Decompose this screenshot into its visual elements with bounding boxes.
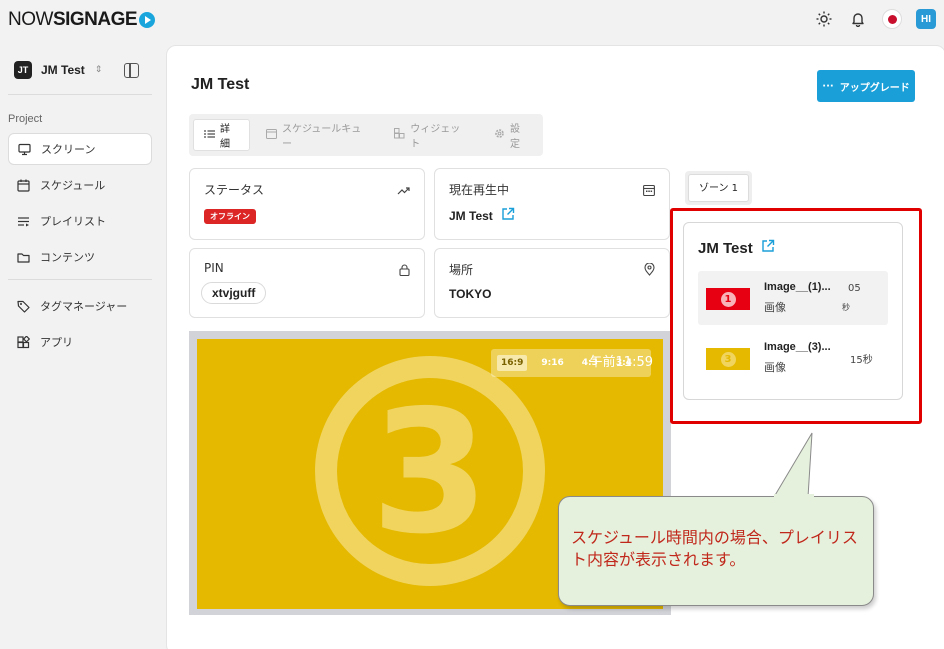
sidebar-item-label: タグマネージャー xyxy=(40,300,128,313)
gear-icon xyxy=(494,128,505,142)
now-playing-card: 現在再生中 JM Test xyxy=(434,168,670,240)
tab-widgets[interactable]: ウィジェット xyxy=(384,119,478,151)
tab-label: 設定 xyxy=(510,124,521,150)
callout-pointer-mask xyxy=(774,494,814,500)
sidebar-item-label: スケジュール xyxy=(40,179,106,192)
calendar-icon xyxy=(643,181,655,200)
upgrade-label: アップグレード xyxy=(839,82,910,94)
location-value: TOKYO xyxy=(449,287,492,301)
callout-text: スケジュール時間内の場合、プレイリスト内容が表示されます。 xyxy=(571,528,858,569)
preview-time: 午前11:59 xyxy=(589,355,653,370)
japan-flag-icon[interactable] xyxy=(882,9,902,29)
bell-icon[interactable] xyxy=(848,9,868,29)
zone-title-text[interactable]: JM Test xyxy=(698,240,753,257)
user-avatar[interactable]: HI xyxy=(916,9,936,29)
collapse-sidebar-icon[interactable] xyxy=(124,62,140,78)
thumb-number: 1 xyxy=(720,291,736,307)
sidebar-item-label: アプリ xyxy=(40,336,73,349)
section-label: Project xyxy=(8,113,43,125)
sidebar-item-label: スクリーン xyxy=(41,143,96,156)
now-playing-value: JM Test xyxy=(449,207,515,224)
external-link-icon[interactable] xyxy=(761,239,775,257)
pin-label: PIN xyxy=(204,261,224,275)
page-title: JM Test xyxy=(191,76,250,93)
tab-bar: 詳細 スケジュールキュー ウィジェット 設定 xyxy=(189,114,543,156)
calendar-icon xyxy=(16,178,30,192)
preview-big-number: 3 xyxy=(371,374,489,572)
sun-icon[interactable] xyxy=(814,9,834,29)
tab-details[interactable]: 詳細 xyxy=(193,119,250,151)
logo-text-signage: SIGNAGE xyxy=(52,9,138,30)
location-card: 場所 TOKYO xyxy=(434,248,670,318)
sidebar-item-tag-manager[interactable]: タグマネージャー xyxy=(8,290,152,322)
item-type: 画像 xyxy=(764,361,786,374)
zone-tab-1[interactable]: ゾーン 1 xyxy=(688,174,750,202)
monitor-icon xyxy=(17,142,31,156)
item-name: Image__(1)... xyxy=(764,281,831,293)
status-badge: オフライン xyxy=(204,209,256,224)
ratio-16-9[interactable]: 16:9 xyxy=(497,355,528,371)
widget-icon xyxy=(394,128,405,142)
calendar-icon xyxy=(265,128,277,142)
external-link-icon[interactable] xyxy=(501,207,515,224)
tab-label: ウィジェット xyxy=(410,124,461,150)
pin-card: PIN xtvjguff xyxy=(189,248,425,318)
tab-settings[interactable]: 設定 xyxy=(484,119,539,151)
sidebar-item-playlist[interactable]: プレイリスト xyxy=(8,205,152,237)
pin-value[interactable]: xtvjguff xyxy=(201,282,267,304)
tab-label: スケジュールキュー xyxy=(281,124,362,150)
top-icons: HI xyxy=(814,9,936,29)
lock-icon xyxy=(399,261,410,280)
project-name: JM Test xyxy=(41,63,85,77)
sidebar-item-label: プレイリスト xyxy=(40,215,106,228)
project-switcher[interactable]: JT JM Test ⇕ xyxy=(0,46,160,82)
list-icon xyxy=(204,129,215,142)
tag-icon xyxy=(16,299,30,313)
item-type: 画像 xyxy=(764,301,786,314)
trending-icon xyxy=(397,181,410,200)
sidebar: JT JM Test ⇕ Project スクリーン スケジュール プレイリスト… xyxy=(0,46,160,362)
folder-icon xyxy=(16,250,30,264)
status-label: ステータス xyxy=(204,183,265,197)
item-duration: 05 xyxy=(848,283,861,294)
sidebar-item-schedule[interactable]: スケジュール xyxy=(8,169,152,201)
now-playing-text[interactable]: JM Test xyxy=(449,209,493,223)
item-thumbnail: 1 xyxy=(706,288,750,310)
ratio-9-16[interactable]: 9:16 xyxy=(537,355,567,371)
location-label: 場所 xyxy=(449,263,474,277)
divider xyxy=(8,279,152,280)
item-duration-unit: 秒 xyxy=(842,303,850,312)
nowsignage-logo[interactable]: NOW SIGNAGE xyxy=(8,8,156,32)
tab-schedule-queue[interactable]: スケジュールキュー xyxy=(256,119,378,151)
playlist-icon xyxy=(16,214,30,228)
upgrade-button[interactable]: ··· アップグレード xyxy=(817,70,915,102)
item-thumbnail: 3 xyxy=(706,348,750,370)
project-avatar: JT xyxy=(14,61,32,79)
logo-text-now: NOW xyxy=(8,9,53,30)
apps-icon xyxy=(16,335,30,349)
playlist-item[interactable]: 1 Image__(1)... 画像 05 秒 xyxy=(698,271,888,325)
status-card: ステータス オフライン xyxy=(189,168,425,240)
sidebar-item-screens[interactable]: スクリーン xyxy=(8,133,152,165)
item-duration: 15秒 xyxy=(850,355,873,366)
zone-playlist-card: JM Test 1 Image__(1)... 画像 05 秒 3 Image_… xyxy=(683,222,903,400)
playlist-item[interactable]: 3 Image__(3)... 画像 15秒 xyxy=(698,331,888,385)
tab-label: 詳細 xyxy=(220,124,230,150)
zone-tab-bar: ゾーン 1 xyxy=(685,171,753,205)
map-pin-icon xyxy=(644,261,655,280)
now-playing-label: 現在再生中 xyxy=(449,183,510,197)
item-name: Image__(3)... xyxy=(764,341,831,353)
logo-play-icon xyxy=(139,12,156,28)
zone-title: JM Test xyxy=(698,239,775,257)
sidebar-item-content[interactable]: コンテンツ xyxy=(8,241,152,273)
sidebar-item-label: コンテンツ xyxy=(40,251,95,264)
sidebar-item-apps[interactable]: アプリ xyxy=(8,326,152,358)
thumb-number: 3 xyxy=(720,351,736,367)
chevron-updown-icon: ⇕ xyxy=(94,65,103,75)
annotation-callout: スケジュール時間内の場合、プレイリスト内容が表示されます。 xyxy=(558,496,874,606)
more-icon: ··· xyxy=(822,80,834,92)
